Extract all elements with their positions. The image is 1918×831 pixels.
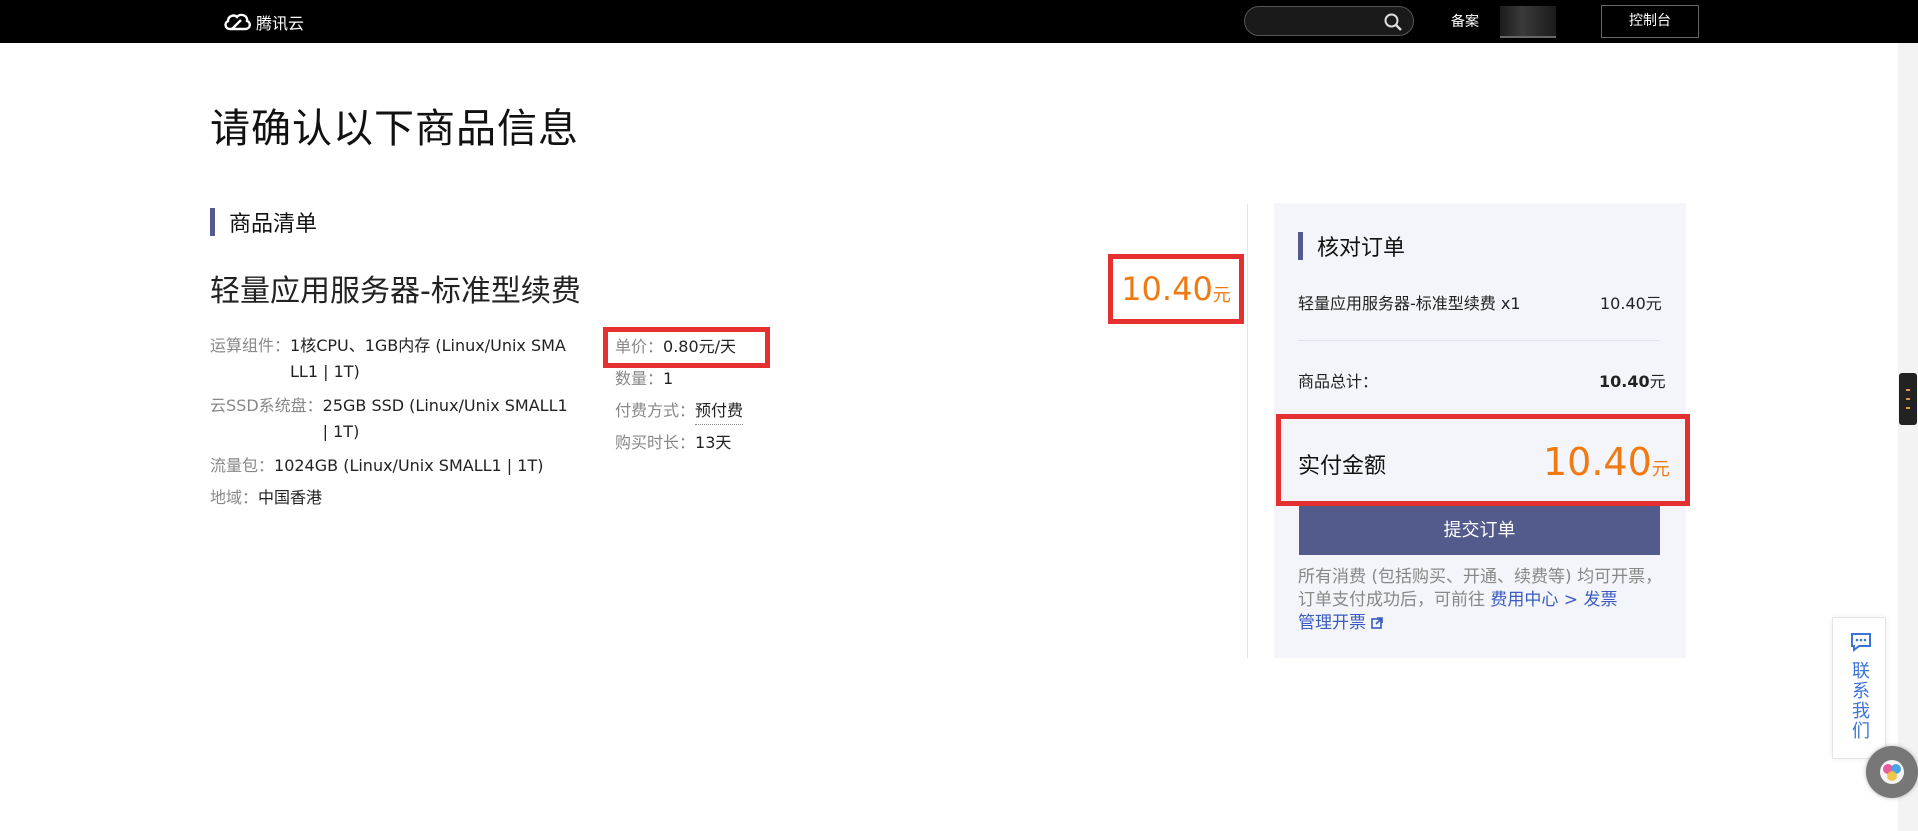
order-summary-heading: 核对订单: [1298, 230, 1405, 262]
order-total-label: 商品总计：: [1298, 372, 1379, 391]
order-divider: [1298, 340, 1660, 341]
pricing-value: 13天: [695, 433, 732, 452]
pricing-row-duration: 购买时长： 13天: [615, 430, 731, 456]
invoice-management-link[interactable]: 管理开票: [1298, 613, 1384, 633]
pricing-value: 0.80元/天: [663, 337, 737, 356]
pricing-label: 付费方式：: [615, 401, 696, 420]
spec-value: 1024GB (Linux/Unix SMALL1 | 1T): [274, 456, 544, 475]
pricing-label: 单价：: [615, 337, 664, 356]
product-price-unit: 元: [1212, 285, 1231, 306]
spec-value: 中国香港: [258, 488, 323, 507]
spec-row-compute: 运算组件： 1核CPU、1GB内存 (Linux/Unix SMA LL1 | …: [210, 333, 566, 385]
pricing-label: 数量：: [615, 369, 664, 388]
spec-row-traffic: 流量包： 1024GB (Linux/Unix SMALL1 | 1T): [210, 453, 543, 479]
pricing-row-quantity: 数量： 1: [615, 366, 673, 392]
scrollbar-thumb[interactable]: [1899, 373, 1917, 425]
spec-row-region: 地域： 中国香港: [210, 485, 322, 511]
page-title: 请确认以下商品信息: [210, 106, 579, 152]
page-scrollbar[interactable]: [1898, 43, 1918, 831]
product-list-title: 商品清单: [229, 212, 318, 237]
fee-center-invoice-link[interactable]: 费用中心 > 发票: [1490, 590, 1617, 610]
cloud-logo-icon: [224, 13, 251, 31]
heading-accent-bar: [1298, 232, 1303, 260]
order-summary-title: 核对订单: [1317, 236, 1406, 261]
order-item-name: 轻量应用服务器-标准型续费 x1: [1298, 294, 1521, 313]
spec-label: 云SSD系统盘：: [210, 396, 323, 415]
spec-label: 流量包：: [210, 456, 275, 475]
submit-order-button[interactable]: 提交订单: [1299, 506, 1660, 555]
pricing-row-unit-price: 单价： 0.80元/天: [615, 334, 736, 360]
invoice-note: 所有消费 (包括购买、开通、续费等) 均可开票，订单支付成功后，可前往 费用中心…: [1298, 567, 1663, 633]
logo-text: 腾讯云: [256, 14, 305, 33]
product-list-heading: 商品清单: [210, 206, 317, 238]
actual-payment-value: 10.40元: [1543, 440, 1670, 484]
external-link-icon: [1371, 617, 1384, 629]
tencent-cloud-logo[interactable]: 腾讯云: [222, 10, 304, 34]
order-item-price: 10.40元: [1600, 294, 1662, 313]
search-icon[interactable]: [1383, 12, 1403, 32]
pricing-row-payment-method: 付费方式： 预付费: [615, 398, 744, 425]
nav-beian-link[interactable]: 备案: [1451, 11, 1479, 31]
assistant-icon: [1880, 760, 1904, 784]
product-name: 轻量应用服务器-标准型续费: [210, 274, 581, 309]
order-total-value: 10.40元: [1599, 372, 1666, 391]
pricing-value: 1: [663, 369, 674, 388]
console-button[interactable]: 控制台: [1601, 5, 1699, 38]
actual-payment-label: 实付金额: [1298, 454, 1387, 479]
product-price-value: 10.40: [1121, 270, 1213, 308]
contact-us-label: 联系我们: [1852, 661, 1870, 742]
spec-label: 运算组件：: [210, 336, 291, 355]
search-input[interactable]: [1244, 6, 1414, 36]
payment-method-tooltip-trigger[interactable]: 预付费: [695, 398, 744, 425]
assistant-fab[interactable]: [1866, 746, 1918, 798]
pricing-label: 购买时长：: [615, 433, 696, 452]
chat-icon: [1851, 633, 1871, 652]
spec-value: 25GB SSD (Linux/Unix SMALL1 | 1T): [322, 396, 568, 441]
user-avatar[interactable]: [1500, 6, 1556, 38]
vertical-divider: [1247, 204, 1248, 658]
spec-row-disk: 云SSD系统盘： 25GB SSD (Linux/Unix SMALL1 | 1…: [210, 393, 568, 445]
contact-us-float[interactable]: 联系我们: [1832, 617, 1886, 759]
product-price-highlight: 10.40 元: [1108, 254, 1244, 324]
spec-value: 1核CPU、1GB内存 (Linux/Unix SMA LL1 | 1T): [290, 336, 566, 381]
spec-label: 地域：: [210, 488, 259, 507]
heading-accent-bar: [210, 208, 215, 236]
